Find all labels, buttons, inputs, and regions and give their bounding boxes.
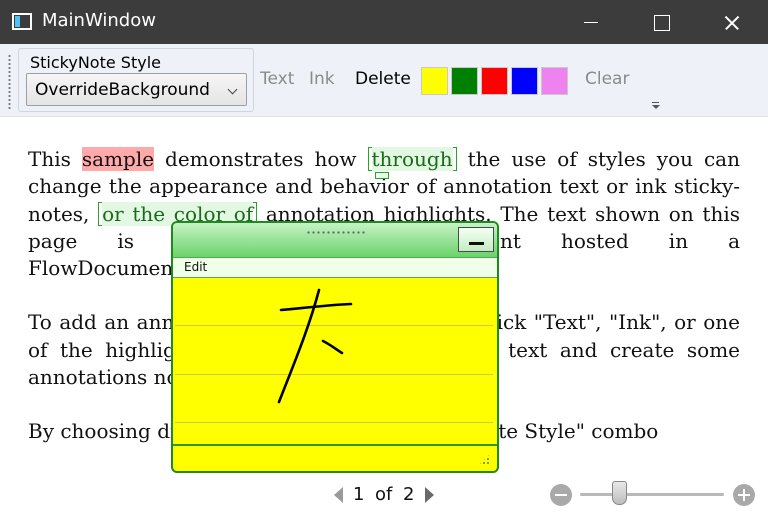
delete-button[interactable]: Delete (355, 69, 411, 89)
zoom-in-icon[interactable] (733, 484, 755, 506)
close-button[interactable] (708, 0, 754, 44)
zoom-slider-thumb[interactable] (612, 481, 628, 505)
sticky-note-edit-menu[interactable]: Edit (184, 260, 207, 274)
text-note-anchor[interactable]: through (371, 147, 453, 171)
previous-page-icon[interactable] (334, 487, 343, 503)
stickynote-style-label: StickyNote Style (30, 53, 161, 72)
red-highlight[interactable]: sample (81, 147, 155, 171)
window-title: MainWindow (42, 10, 156, 31)
highlight-violet-button[interactable] (541, 67, 568, 95)
toolbar-overflow-icon[interactable] (651, 102, 661, 112)
title-bar: MainWindow (0, 0, 768, 44)
next-page-icon[interactable] (425, 487, 434, 503)
stickynote-style-group: StickyNote Style OverrideBackground (18, 48, 254, 112)
sticky-note-menu-bar: Edit (173, 257, 497, 278)
resize-grip-icon[interactable] (478, 453, 491, 466)
zoom-slider-track[interactable] (580, 493, 724, 496)
annotation-toolbar: StickyNote Style OverrideBackground Text… (0, 44, 768, 117)
zoom-out-icon[interactable] (550, 484, 572, 506)
stickynote-style-value: OverrideBackground (35, 80, 210, 100)
chevron-down-icon (227, 84, 238, 95)
sticky-note-footer-line (173, 444, 497, 446)
toolbar-grip-icon[interactable] (8, 54, 11, 110)
sticky-note-minimize-button[interactable] (458, 227, 494, 252)
current-page: 1 (353, 484, 365, 505)
anchor-bracket-left (367, 147, 372, 171)
highlight-blue-button[interactable] (511, 67, 538, 95)
ink-sticky-note[interactable]: Edit (171, 221, 499, 473)
clear-button[interactable]: Clear (585, 69, 629, 89)
minimize-button[interactable] (568, 0, 614, 44)
text-note-button[interactable]: Text (260, 69, 294, 89)
ink-stroke (321, 339, 344, 355)
sticky-note-drag-grip-icon[interactable] (306, 230, 366, 235)
highlight-yellow-button[interactable] (421, 67, 448, 95)
maximize-button[interactable] (638, 0, 684, 44)
total-pages: 2 (403, 484, 415, 505)
sticky-note-header[interactable] (173, 223, 497, 257)
collapsed-note-anchor-icon[interactable] (375, 172, 389, 179)
page-of-label: of (375, 484, 393, 505)
ink-canvas[interactable] (173, 278, 497, 444)
app-window-icon (12, 13, 32, 30)
stickynote-style-combo[interactable]: OverrideBackground (26, 73, 247, 106)
ink-note-button[interactable]: Ink (309, 69, 335, 89)
highlight-green-button[interactable] (451, 67, 478, 95)
highlight-red-button[interactable] (481, 67, 508, 95)
